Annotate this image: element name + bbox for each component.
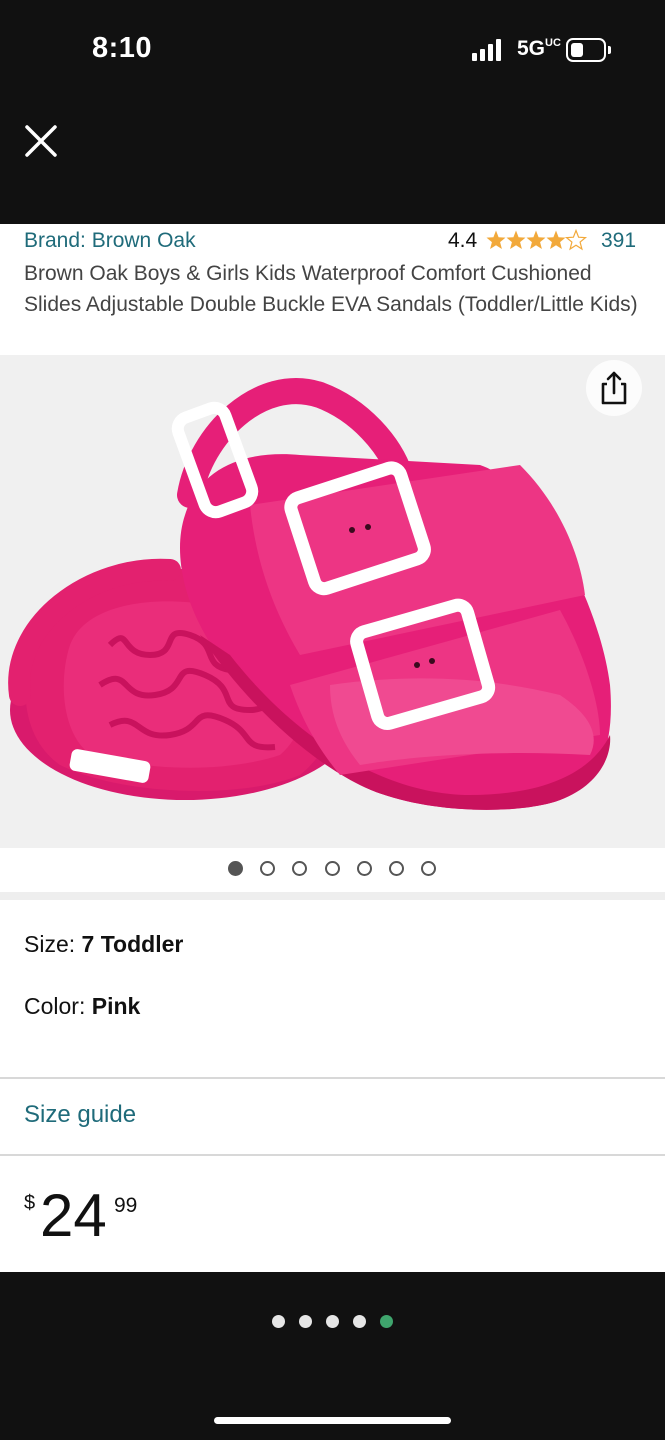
star-icon <box>526 230 546 249</box>
price-fraction: 99 <box>114 1194 138 1217</box>
carousel-dot[interactable] <box>357 861 372 876</box>
pink-sandals-photo <box>8 378 611 810</box>
page-dot-active[interactable] <box>380 1315 393 1328</box>
carousel-dot[interactable] <box>260 861 275 876</box>
home-indicator[interactable] <box>214 1417 451 1424</box>
battery-tip <box>608 46 611 54</box>
product-image[interactable] <box>0 355 665 848</box>
star-icon <box>486 230 506 249</box>
page-dot[interactable] <box>326 1315 339 1328</box>
size-selector[interactable]: Size: 7 Toddler <box>24 931 183 958</box>
close-button[interactable] <box>20 120 62 162</box>
rating-count-link[interactable]: 391 <box>601 229 636 253</box>
battery-icon <box>566 38 606 62</box>
color-selector[interactable]: Color: Pink <box>24 993 140 1020</box>
size-value: 7 Toddler <box>81 931 184 957</box>
carousel-dot[interactable] <box>292 861 307 876</box>
section-divider <box>0 892 665 900</box>
network-type: 5GUC <box>517 37 561 60</box>
signal-strength-icon <box>472 39 508 61</box>
brand-link[interactable]: Brand: Brown Oak <box>24 229 196 253</box>
size-guide-link[interactable]: Size guide <box>24 1101 136 1129</box>
size-label: Size: <box>24 931 82 957</box>
carousel-dot[interactable] <box>389 861 404 876</box>
price-whole: 24 <box>40 1182 107 1249</box>
carousel-dot[interactable] <box>421 861 436 876</box>
divider <box>0 1077 665 1079</box>
star-icon <box>506 230 526 249</box>
page-dot[interactable] <box>353 1315 366 1328</box>
star-outline-icon <box>565 229 587 250</box>
rating-value: 4.4 <box>448 229 478 252</box>
image-carousel-indicator <box>0 858 665 880</box>
close-icon <box>25 125 57 157</box>
page-dot[interactable] <box>299 1315 312 1328</box>
product-title: Brown Oak Boys & Girls Kids Waterproof C… <box>24 262 638 316</box>
page-indicator <box>0 1315 665 1331</box>
rating-stars[interactable] <box>486 227 588 253</box>
color-label: Color: <box>24 993 92 1019</box>
color-value: Pink <box>91 993 141 1019</box>
share-button[interactable] <box>586 360 642 416</box>
status-time: 8:10 <box>92 32 153 64</box>
price-currency: $ <box>24 1192 36 1214</box>
divider <box>0 1154 665 1156</box>
page-dot[interactable] <box>272 1315 285 1328</box>
carousel-dot[interactable] <box>228 861 243 876</box>
carousel-dot[interactable] <box>325 861 340 876</box>
star-icon <box>546 230 566 249</box>
share-icon <box>601 371 627 405</box>
